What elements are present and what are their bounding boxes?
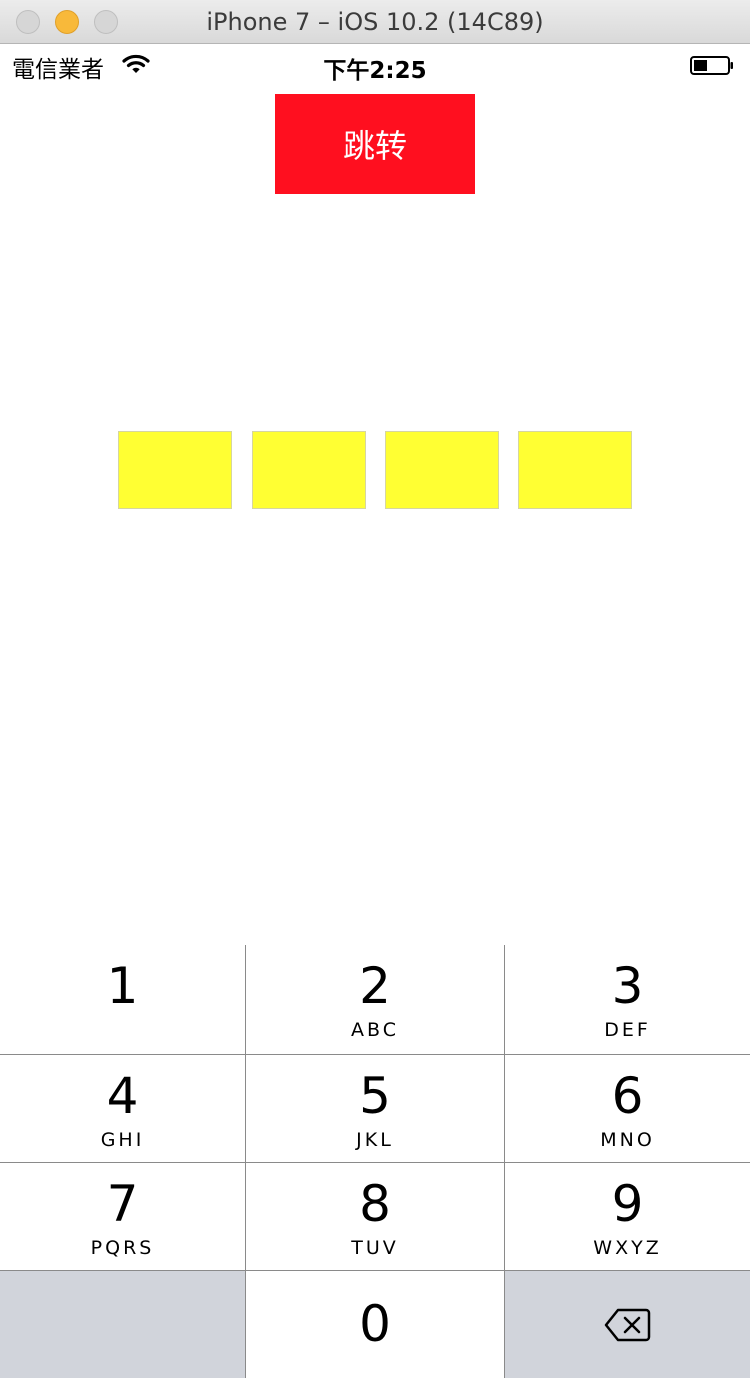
jump-button[interactable]: 跳转 (275, 94, 475, 194)
key-digit: 5 (359, 1067, 391, 1125)
key-1[interactable]: 1 (0, 945, 245, 1054)
key-letters: MNO (600, 1129, 655, 1151)
key-digit: 6 (611, 1067, 644, 1125)
code-input-box[interactable] (118, 431, 232, 509)
key-digit: 8 (359, 1175, 391, 1233)
key-letters: TUV (351, 1237, 399, 1259)
key-3[interactable]: 3 DEF (505, 945, 750, 1054)
key-digit: 4 (106, 1067, 139, 1125)
key-digit: 2 (359, 957, 391, 1015)
key-4[interactable]: 4 GHI (0, 1055, 245, 1162)
simulator-titlebar: iPhone 7 – iOS 10.2 (14C89) (0, 0, 750, 44)
window-title: iPhone 7 – iOS 10.2 (14C89) (206, 8, 544, 36)
code-input-box[interactable] (518, 431, 632, 509)
key-letters: JKL (356, 1129, 394, 1151)
keypad-divider (0, 1054, 750, 1055)
number-keypad: 1 2 ABC 3 DEF 4 GHI 5 JKL 6 MNO 7 PQRS 8… (0, 945, 750, 1378)
empty-key (0, 1271, 245, 1378)
keypad-divider (0, 1162, 750, 1163)
key-digit: 9 (611, 1175, 644, 1233)
key-5[interactable]: 5 JKL (246, 1055, 504, 1162)
key-9[interactable]: 9 WXYZ (505, 1163, 750, 1270)
key-digit: 3 (611, 957, 644, 1015)
key-letters: PQRS (90, 1237, 155, 1259)
key-6[interactable]: 6 MNO (505, 1055, 750, 1162)
key-8[interactable]: 8 TUV (246, 1163, 504, 1270)
key-letters: DEF (604, 1019, 651, 1041)
keypad-divider (0, 1270, 750, 1271)
key-letters: ABC (351, 1019, 399, 1041)
key-digit: 1 (106, 957, 139, 1015)
key-letters: GHI (100, 1129, 145, 1151)
status-time: 下午2:25 (323, 58, 427, 84)
code-input-box[interactable] (385, 431, 499, 509)
code-input-box[interactable] (252, 431, 366, 509)
delete-key[interactable] (505, 1271, 750, 1378)
key-2[interactable]: 2 ABC (246, 945, 504, 1054)
battery-icon (690, 56, 733, 75)
key-letters: WXYZ (593, 1237, 662, 1259)
status-bar: 電信業者 下午2:25 (0, 45, 750, 85)
key-digit: 7 (106, 1175, 139, 1233)
key-0[interactable]: 0 (246, 1271, 504, 1378)
key-digit: 0 (359, 1295, 391, 1353)
backspace-icon (604, 1308, 650, 1341)
key-7[interactable]: 7 PQRS (0, 1163, 245, 1270)
